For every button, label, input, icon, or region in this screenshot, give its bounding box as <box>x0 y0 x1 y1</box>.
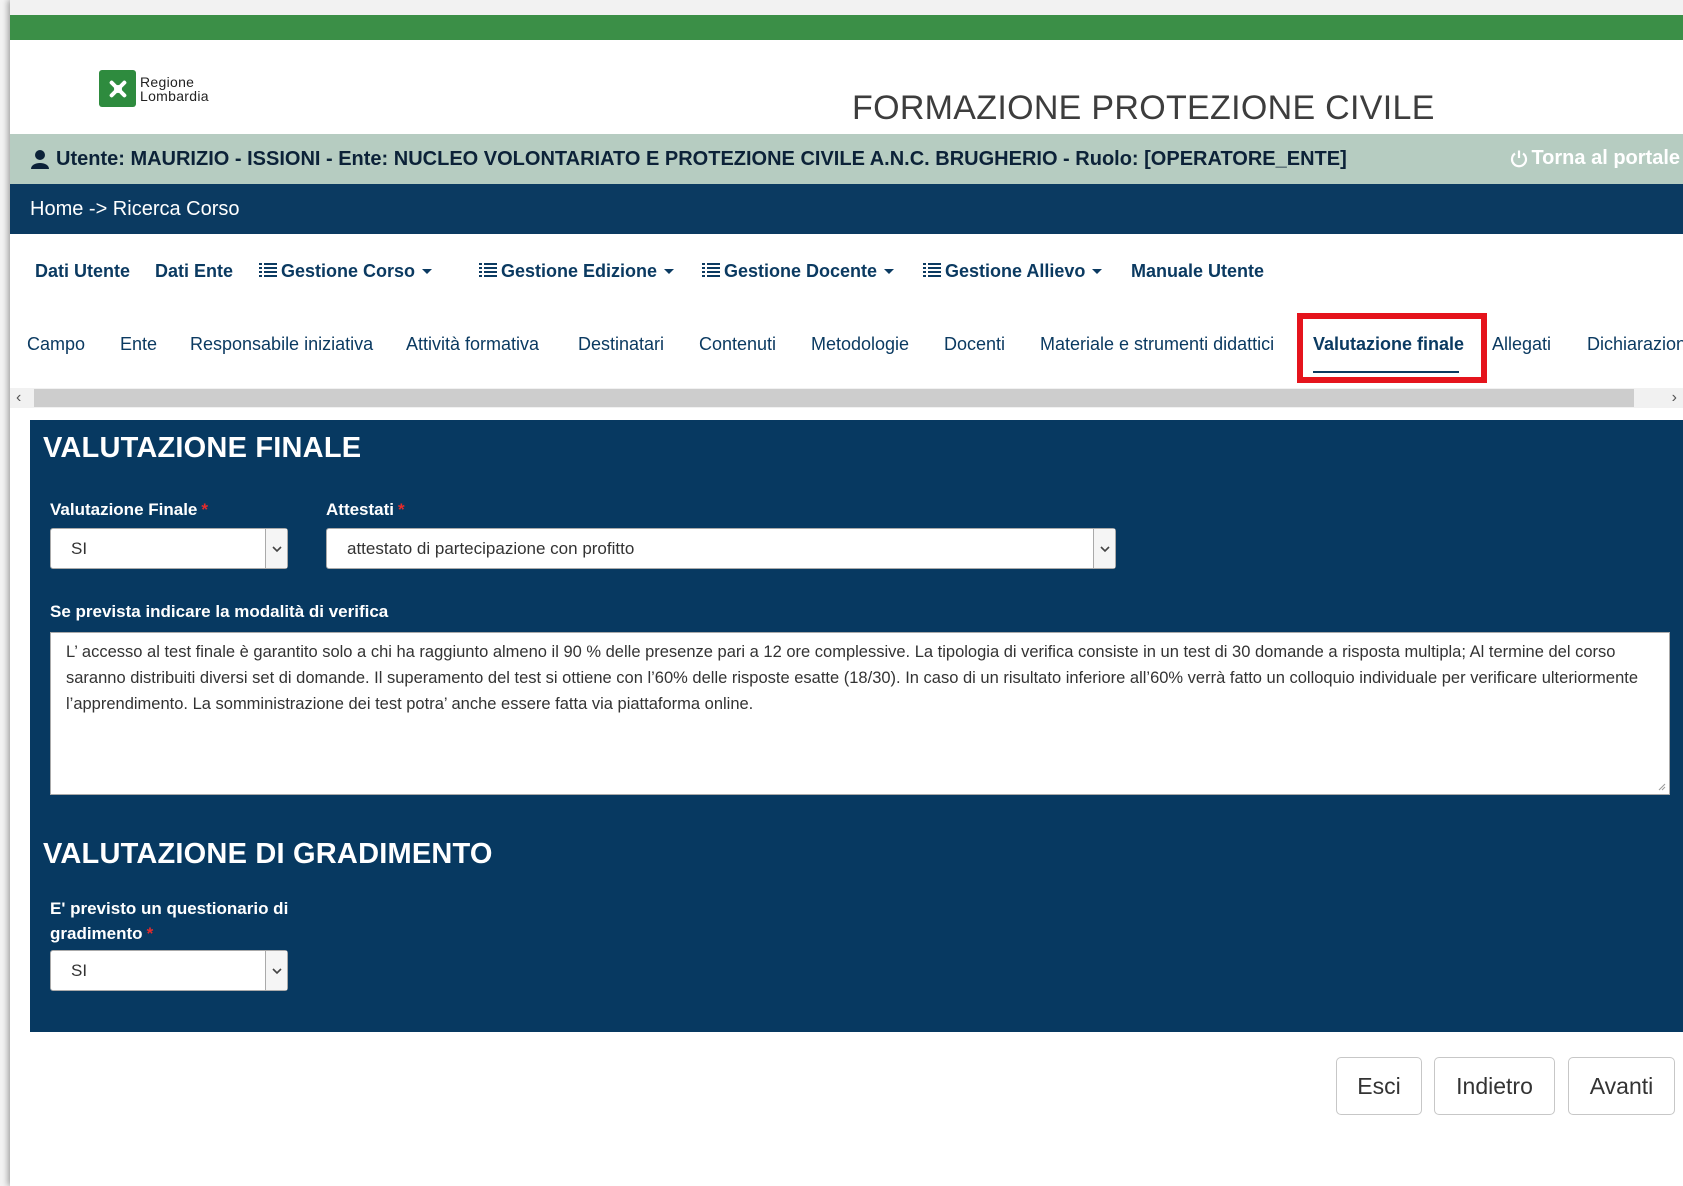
valutazione-finale-select[interactable]: SI <box>50 528 288 569</box>
menu-gestione-edizione[interactable]: Gestione Edizione <box>479 261 675 282</box>
tab-destinatari[interactable]: Destinatari <box>578 334 664 355</box>
menu-gestione-allievo-label: Gestione Allievo <box>945 261 1086 281</box>
logo-line-1: Regione <box>140 73 195 90</box>
modalita-verifica-label: Se prevista indicare la modalità di veri… <box>50 602 389 621</box>
attestati-select[interactable]: attestato di partecipazione con profitto <box>326 528 1116 569</box>
user-icon <box>30 149 50 169</box>
tab-ente[interactable]: Ente <box>120 334 157 355</box>
menu-gestione-docente-label: Gestione Docente <box>724 261 878 281</box>
required-asterisk: * <box>146 924 154 943</box>
questionario-gradimento-value: SI <box>71 961 88 980</box>
tab-contenuti[interactable]: Contenuti <box>699 334 776 355</box>
logo-mark-icon <box>99 70 136 107</box>
indietro-button[interactable]: Indietro <box>1434 1057 1555 1115</box>
questionario-label-line-2: gradimento <box>50 924 143 943</box>
caret-down-icon <box>664 269 675 274</box>
menu-gestione-corso[interactable]: Gestione Corso <box>259 261 433 282</box>
tab-campo[interactable]: Campo <box>27 334 85 355</box>
modalita-verifica-textarea[interactable]: L’ accesso al test finale è garantito so… <box>50 632 1670 795</box>
required-asterisk: * <box>201 500 208 519</box>
tab-docenti[interactable]: Docenti <box>944 334 1005 355</box>
logo-text: Regione Lombardia <box>140 75 209 103</box>
modalita-verifica-text: L’ accesso al test finale è garantito so… <box>66 643 1639 713</box>
scroll-left-icon[interactable]: ‹ <box>16 388 21 408</box>
menu-gestione-allievo[interactable]: Gestione Allievo <box>923 261 1103 282</box>
tab-dichiarazioni[interactable]: Dichiarazion <box>1587 334 1683 355</box>
valutazione-finale-label-text: Valutazione Finale <box>50 500 198 519</box>
avanti-button[interactable]: Avanti <box>1568 1057 1675 1115</box>
caret-down-icon <box>422 269 433 274</box>
breadcrumb-bar: Home -> Ricerca Corso <box>10 184 1683 234</box>
caret-down-icon <box>884 269 895 274</box>
tab-materiale-strumenti[interactable]: Materiale e strumenti didattici <box>1040 334 1274 355</box>
power-icon <box>1509 149 1529 169</box>
menu-gestione-docente[interactable]: Gestione Docente <box>702 261 895 282</box>
section-title-valutazione-finale: VALUTAZIONE FINALE <box>43 432 362 464</box>
questionario-label: E' previsto un questionario di gradiment… <box>50 896 288 946</box>
chevron-down-icon <box>265 529 287 568</box>
breadcrumb[interactable]: Home -> Ricerca Corso <box>30 198 240 221</box>
esci-button[interactable]: Esci <box>1336 1057 1422 1115</box>
app-title: FORMAZIONE PROTEZIONE CIVILE <box>852 89 1435 127</box>
menu-gestione-corso-label: Gestione Corso <box>281 261 416 281</box>
questionario-gradimento-select[interactable]: SI <box>50 950 288 991</box>
section-title-valutazione-gradimento: VALUTAZIONE DI GRADIMENTO <box>43 838 493 870</box>
list-icon <box>479 261 497 282</box>
attestati-label: Attestati * <box>326 500 405 520</box>
logo-line-2: Lombardia <box>140 87 209 104</box>
menu-gestione-edizione-label: Gestione Edizione <box>501 261 658 281</box>
browser-window: Regione Lombardia FORMAZIONE PROTEZIONE … <box>10 0 1683 1186</box>
attestati-value: attestato di partecipazione con profitto <box>347 539 635 558</box>
menu-manuale-utente[interactable]: Manuale Utente <box>1131 261 1264 282</box>
active-tab-highlight <box>1297 313 1487 383</box>
scroll-right-icon[interactable]: › <box>1672 388 1677 408</box>
tab-attivita-formativa[interactable]: Attività formativa <box>406 334 539 355</box>
list-icon <box>923 261 941 282</box>
menu-dati-utente[interactable]: Dati Utente <box>35 261 130 282</box>
header-green-bar <box>10 15 1683 40</box>
required-asterisk: * <box>398 500 405 519</box>
user-info-bar: Utente: MAURIZIO - ISSIONI - Ente: NUCLE… <box>10 134 1683 184</box>
chevron-down-icon <box>1093 529 1115 568</box>
menu-dati-ente[interactable]: Dati Ente <box>155 261 233 282</box>
resize-grip-icon[interactable] <box>1658 783 1666 791</box>
valutazione-finale-value: SI <box>71 539 88 558</box>
attestati-label-text: Attestati <box>326 500 395 519</box>
chevron-down-icon <box>265 951 287 990</box>
valutazione-finale-label: Valutazione Finale * <box>50 500 208 520</box>
list-icon <box>259 261 277 282</box>
horizontal-scrollbar[interactable]: ‹ › <box>10 388 1683 408</box>
tab-allegati[interactable]: Allegati <box>1492 334 1551 355</box>
tab-responsabile-iniziativa[interactable]: Responsabile iniziativa <box>190 334 373 355</box>
scrollbar-thumb[interactable] <box>34 389 1634 407</box>
form-panel: VALUTAZIONE FINALE Valutazione Finale * S… <box>30 420 1683 1032</box>
return-to-portal-label: Torna al portale <box>1531 147 1680 169</box>
caret-down-icon <box>1092 269 1103 274</box>
top-strip <box>10 0 1683 15</box>
list-icon <box>702 261 720 282</box>
tab-metodologie[interactable]: Metodologie <box>811 334 909 355</box>
user-info-text: Utente: MAURIZIO - ISSIONI - Ente: NUCLE… <box>56 147 1347 170</box>
return-to-portal-link[interactable]: Torna al portale <box>1509 147 1680 170</box>
main-menu: Dati Utente Dati Ente Gestione Corso Ges… <box>10 234 1683 304</box>
regione-lombardia-logo[interactable]: Regione Lombardia <box>99 70 209 107</box>
questionario-label-line-1: E' previsto un questionario di <box>50 899 289 918</box>
